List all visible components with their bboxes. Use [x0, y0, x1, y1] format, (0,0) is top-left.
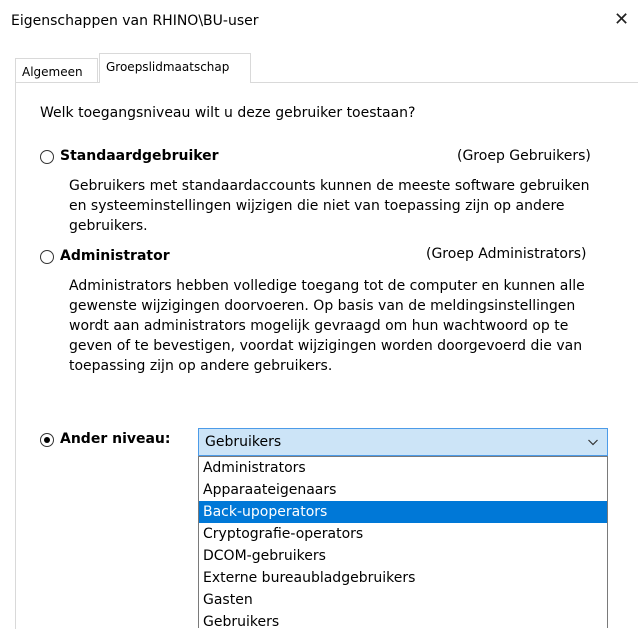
title-bar: Eigenschappen van RHINO\BU-user ✕ — [0, 0, 638, 44]
administrator-group: (Groep Administrators) — [426, 246, 587, 262]
description-line: geven of te bevestigen, voordat wijzigin… — [69, 338, 583, 354]
radio-ander-niveau[interactable] — [40, 433, 54, 447]
group-select[interactable]: Gebruikers — [198, 428, 608, 456]
list-item-cryptografie-operators[interactable]: Cryptografie-operators — [199, 523, 607, 545]
list-item-apparaateigenaars[interactable]: Apparaateigenaars — [199, 479, 607, 501]
standaardgebruiker-group: (Groep Gebruikers) — [457, 148, 591, 164]
description-line: en systeeminstellingen wijzigen die niet… — [69, 198, 565, 214]
access-level-question: Welk toegangsniveau wilt u deze gebruike… — [40, 105, 416, 121]
tab-groepslidmaatschap[interactable]: Groepslidmaatschap — [99, 53, 251, 83]
standaardgebruiker-label[interactable]: Standaardgebruiker — [60, 148, 219, 164]
close-icon[interactable]: ✕ — [614, 10, 629, 30]
tab-algemeen[interactable]: Algemeen — [15, 58, 98, 82]
window-title: Eigenschappen van RHINO\BU-user — [11, 13, 259, 29]
administrator-description: Administrators hebben volledige toegang … — [69, 276, 614, 376]
description-line: toepassing zijn op andere gebruikers. — [69, 358, 333, 374]
standaardgebruiker-description: Gebruikers met standaardaccounts kunnen … — [69, 176, 614, 236]
chevron-down-icon[interactable] — [587, 436, 599, 448]
radio-standaardgebruiker[interactable] — [40, 150, 54, 164]
list-item-back-upoperators[interactable]: Back-upoperators — [199, 501, 607, 523]
description-line: gewenste wijzigingen doorvoeren. Op basi… — [69, 298, 576, 314]
list-item-gebruikers[interactable]: Gebruikers — [199, 611, 607, 628]
description-line: Administrators hebben volledige toegang … — [69, 278, 585, 294]
description-line: Gebruikers met standaardaccounts kunnen … — [69, 178, 590, 194]
description-line: gebruikers. — [69, 218, 148, 234]
list-item-externe-bureaubladgebruikers[interactable]: Externe bureaubladgebruikers — [199, 567, 607, 589]
dropdown-list[interactable]: Administrators Apparaateigenaars Back-up… — [198, 456, 608, 628]
administrator-label[interactable]: Administrator — [60, 248, 170, 264]
description-line: wordt aan administrators mogelijk gevraa… — [69, 318, 569, 334]
ander-niveau-label[interactable]: Ander niveau: — [60, 431, 171, 447]
list-item-gasten[interactable]: Gasten — [199, 589, 607, 611]
select-value: Gebruikers — [205, 434, 282, 450]
list-item-administrators[interactable]: Administrators — [199, 457, 607, 479]
list-item-dcom-gebruikers[interactable]: DCOM-gebruikers — [199, 545, 607, 567]
radio-administrator[interactable] — [40, 250, 54, 264]
